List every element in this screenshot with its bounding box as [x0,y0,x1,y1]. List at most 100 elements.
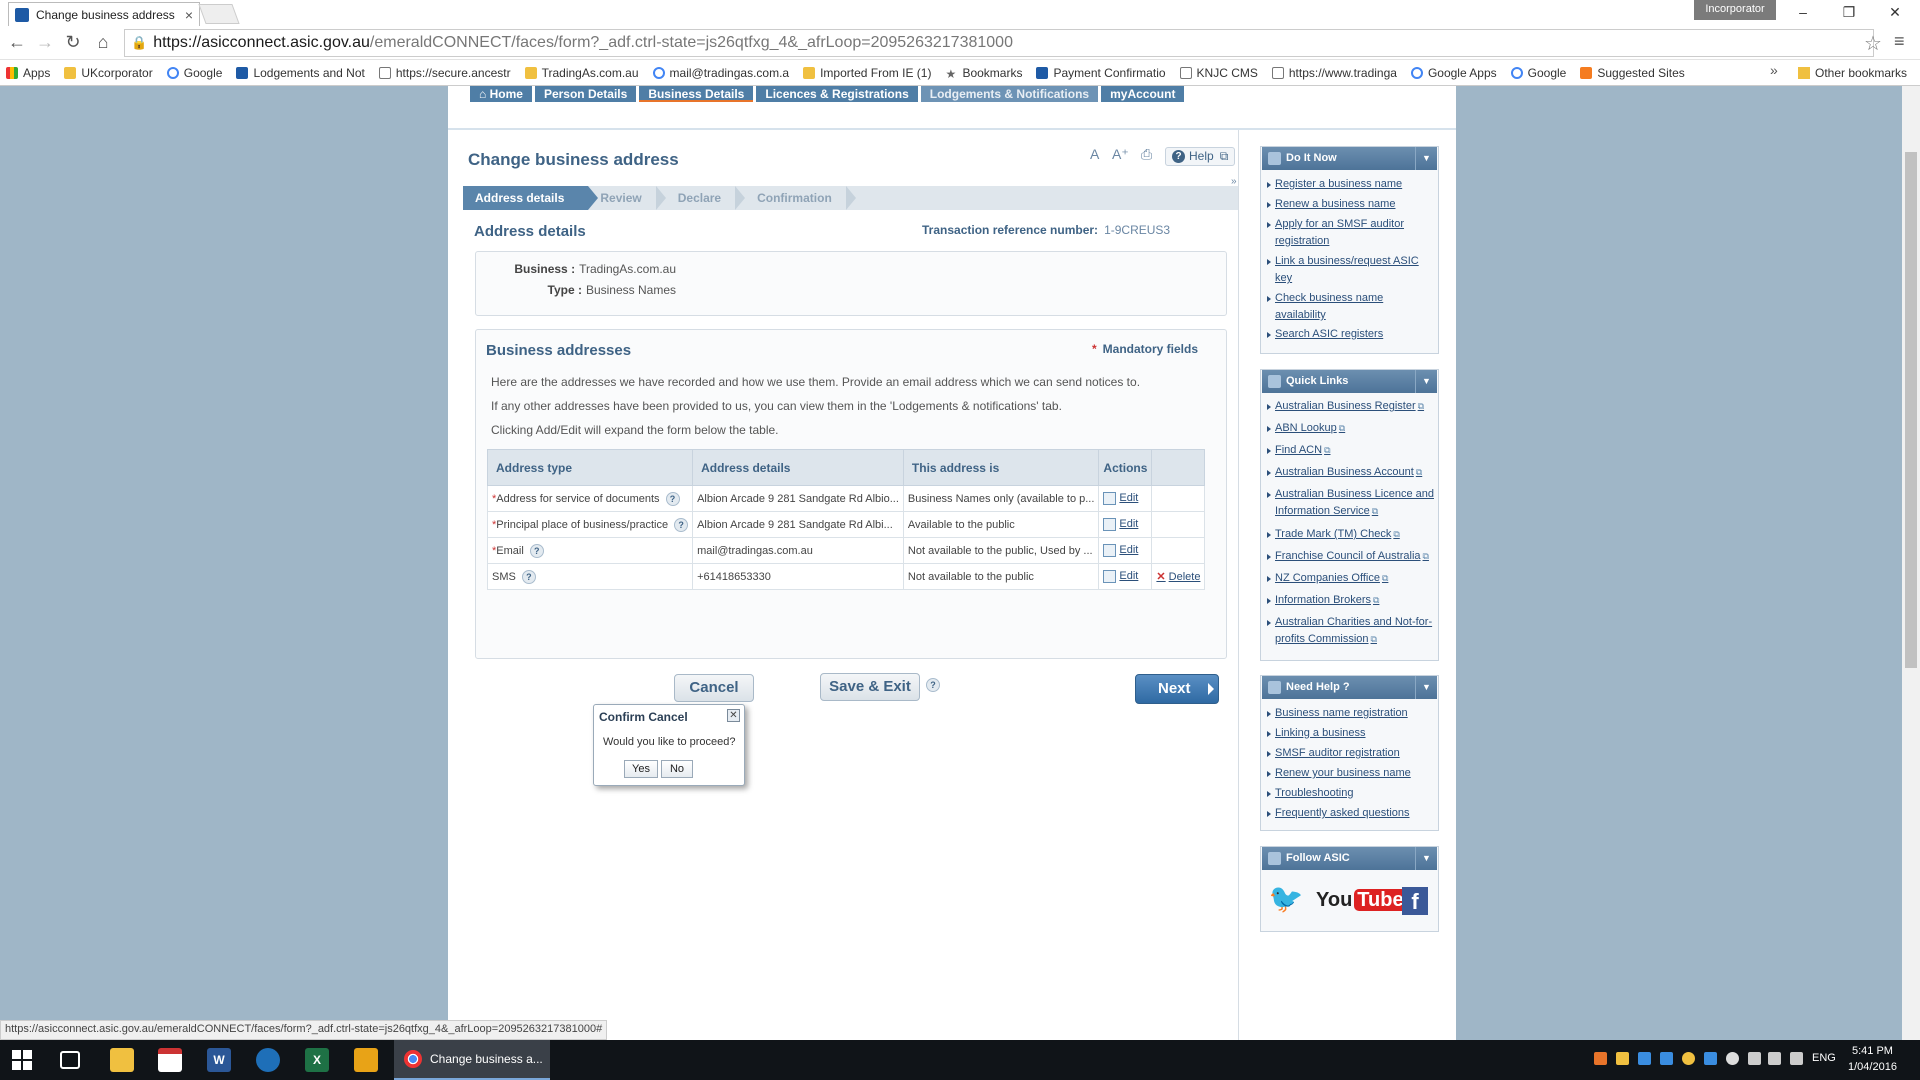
facebook-icon[interactable]: f [1402,887,1428,915]
delete-link[interactable]: ✕ Delete [1156,571,1200,583]
tray-icon[interactable] [1616,1052,1629,1065]
nav-lodgements[interactable]: Lodgements & Notifications [920,86,1099,102]
link-abr[interactable]: Australian Business Register ⧉ [1267,398,1437,415]
collapse-icon[interactable]: ▼ [1415,847,1437,870]
decrease-text-icon[interactable]: A [1090,146,1099,162]
bookmark-tradingas[interactable]: TradingAs.com.au [524,66,639,80]
bookmark-knjc[interactable]: KNJC CMS [1179,66,1258,80]
browser-tab[interactable]: Change business address × [8,2,200,26]
help-button[interactable]: ? Help ⧉ [1165,147,1236,166]
start-icon[interactable] [12,1050,32,1070]
link-acnc[interactable]: Australian Charities and Not-for-profits… [1267,614,1437,648]
edit-link[interactable]: Edit [1103,544,1138,557]
dialog-no-button[interactable]: No [661,760,693,778]
browser-menu-icon[interactable]: ≡ [1894,31,1905,52]
nav-myaccount[interactable]: myAccount [1101,86,1185,102]
cancel-button[interactable]: Cancel [674,674,754,702]
file-explorer-icon[interactable] [110,1048,134,1072]
link-find-acn[interactable]: Find ACN ⧉ [1267,442,1437,459]
bookmark-apps[interactable]: Apps [6,66,50,80]
tray-icon[interactable] [1682,1052,1695,1065]
link-help-smsf[interactable]: SMSF auditor registration [1267,745,1437,762]
link-smsf-auditor[interactable]: Apply for an SMSF auditor registration [1267,216,1437,250]
back-icon[interactable]: ← [6,32,28,54]
bookmark-tradingas-www[interactable]: https://www.tradinga [1271,66,1397,80]
link-link-business[interactable]: Link a business/request ASIC key [1267,253,1437,287]
edit-link[interactable]: Edit [1103,518,1138,531]
bookmark-ancestry[interactable]: https://secure.ancestr [378,66,511,80]
link-aba[interactable]: Australian Business Account ⧉ [1267,464,1437,481]
new-tab-button[interactable] [198,4,240,24]
restore-icon[interactable]: ❐ [1826,0,1872,26]
outlook-icon[interactable] [354,1048,378,1072]
other-bookmarks[interactable]: Other bookmarks [1798,60,1907,86]
save-help-icon[interactable]: ? [926,678,940,692]
edit-link[interactable]: Edit [1103,492,1138,505]
dialog-yes-button[interactable]: Yes [624,760,658,778]
excel-icon[interactable]: X [305,1048,329,1072]
tray-icon[interactable] [1660,1052,1673,1065]
bookmarks-overflow-icon[interactable]: » [1770,62,1778,78]
app-icon[interactable] [256,1048,280,1072]
volume-icon[interactable] [1768,1052,1781,1065]
bookmark-mail[interactable]: mail@tradingas.com.a [652,66,789,80]
nav-licences[interactable]: Licences & Registrations [756,86,918,102]
bookmark-google-apps[interactable]: Google Apps [1410,66,1497,80]
tray-icon[interactable] [1638,1052,1651,1065]
address-bar[interactable]: 🔒 https://asicconnect.asic.gov.au/emeral… [124,29,1874,57]
scrollbar-thumb[interactable] [1905,152,1917,668]
nav-business-details[interactable]: Business Details [639,86,754,102]
increase-text-icon[interactable]: A⁺ [1112,146,1129,163]
youtube-icon[interactable]: You Tube [1316,886,1407,914]
collapse-icon[interactable]: ▼ [1415,147,1437,170]
bookmark-suggested[interactable]: Suggested Sites [1580,66,1685,80]
bookmark-lodgements[interactable]: Lodgements and Not [236,66,365,80]
link-trade-mark[interactable]: Trade Mark (TM) Check ⧉ [1267,526,1437,543]
home-icon[interactable]: ⌂ [92,32,114,54]
reload-icon[interactable]: ↻ [62,32,84,54]
link-renew-business-name[interactable]: Renew a business name [1267,196,1437,213]
link-ablis[interactable]: Australian Business Licence and Informat… [1267,486,1437,520]
collapse-icon[interactable]: ▼ [1415,676,1437,699]
link-help-renew[interactable]: Renew your business name [1267,765,1437,782]
window-close-icon[interactable]: ✕ [1872,0,1918,26]
link-check-availability[interactable]: Check business name availability [1267,290,1437,324]
bookmark-star-icon[interactable]: ☆ [1864,31,1882,56]
next-button[interactable]: Next [1135,674,1219,704]
collapse-icon[interactable]: ▼ [1415,370,1437,393]
link-franchise-council[interactable]: Franchise Council of Australia ⧉ [1267,548,1437,565]
help-icon[interactable]: ? [529,543,544,558]
link-nz-companies[interactable]: NZ Companies Office ⧉ [1267,570,1437,587]
link-help-faq[interactable]: Frequently asked questions [1267,805,1437,822]
link-help-troubleshooting[interactable]: Troubleshooting [1267,785,1437,802]
bookmark-google[interactable]: Google [166,66,222,80]
close-tab-icon[interactable]: × [185,7,193,23]
tray-icon[interactable] [1704,1052,1717,1065]
link-abn-lookup[interactable]: ABN Lookup ⧉ [1267,420,1437,437]
help-icon[interactable]: ? [674,517,689,532]
save-exit-button[interactable]: Save & Exit [820,673,920,701]
notifications-icon[interactable] [1790,1052,1803,1065]
help-icon[interactable]: ? [521,569,536,584]
onedrive-icon[interactable] [1726,1052,1739,1065]
network-icon[interactable] [1748,1052,1761,1065]
language-indicator[interactable]: ENG [1812,1052,1836,1064]
acrobat-icon[interactable] [158,1048,182,1072]
word-icon[interactable]: W [207,1048,231,1072]
profile-badge[interactable]: Incorporator [1694,0,1776,20]
bookmark-payment[interactable]: Payment Confirmatio [1036,66,1166,80]
help-icon[interactable]: ? [665,491,680,506]
nav-person-details[interactable]: Person Details [534,86,637,102]
bookmark-ukcorporator[interactable]: UKcorporator [64,66,153,80]
tray-icon[interactable] [1594,1052,1607,1065]
forward-icon[interactable]: → [34,32,56,54]
taskbar-chrome-window[interactable]: Change business a... [394,1040,550,1080]
dialog-close-icon[interactable]: ✕ [727,709,740,722]
edit-link[interactable]: Edit [1103,570,1138,583]
bookmark-imported[interactable]: Imported From IE (1) [803,66,931,80]
link-help-linking[interactable]: Linking a business [1267,725,1437,742]
print-icon[interactable]: ⎙ [1141,146,1152,163]
bookmark-bookmarks[interactable]: ★ Bookmarks [945,66,1022,81]
link-help-registration[interactable]: Business name registration [1267,705,1437,722]
system-clock[interactable]: 5:41 PM 1/04/2016 [1848,1043,1897,1075]
